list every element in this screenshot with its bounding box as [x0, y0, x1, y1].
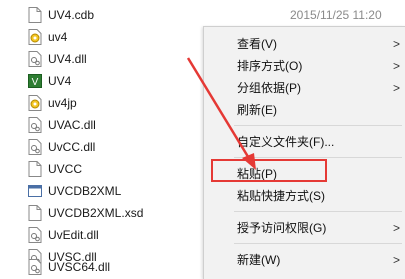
menu-item-sort-by[interactable]: 排序方式(O) > [204, 55, 405, 77]
menu-item-label: 授予访问权限(G) [237, 221, 327, 235]
settings-file-icon [28, 95, 42, 111]
menu-separator [234, 125, 402, 126]
menu-item-label: 刷新(E) [237, 103, 277, 117]
context-menu: 查看(V) > 排序方式(O) > 分组依据(P) > 刷新(E) 自定义文件夹… [203, 26, 405, 279]
file-name: UvEdit.dll [48, 228, 99, 242]
chevron-right-icon: > [392, 37, 400, 51]
file-icon [28, 205, 42, 221]
uvision-app-icon: V [28, 74, 42, 88]
dll-icon [28, 259, 42, 275]
file-name: uv4 [48, 30, 68, 44]
menu-item-customize-folder[interactable]: 自定义文件夹(F)... [204, 131, 405, 153]
svg-text:V: V [32, 77, 39, 88]
file-name: UVCDB2XML [48, 184, 122, 198]
menu-item-label: 排序方式(O) [237, 59, 303, 73]
menu-separator [234, 243, 402, 244]
menu-item-new[interactable]: 新建(W) > [204, 249, 405, 271]
paste-highlight-box [211, 159, 327, 182]
menu-item-refresh[interactable]: 刷新(E) [204, 99, 405, 121]
menu-item-group-by[interactable]: 分组依据(P) > [204, 77, 405, 99]
chevron-right-icon: > [392, 59, 400, 73]
menu-item-label: 粘贴快捷方式(S) [237, 189, 325, 203]
dll-icon [28, 51, 42, 67]
file-date: 2015/11/25 11:20 [290, 8, 382, 22]
chevron-right-icon: > [392, 81, 400, 95]
menu-item-label: 查看(V) [237, 37, 277, 51]
file-icon [28, 161, 42, 177]
file-name: UVCC [48, 162, 83, 176]
file-name: UvCC.dll [48, 140, 96, 154]
settings-file-icon [28, 29, 42, 45]
file-name: UVAC.dll [48, 118, 96, 132]
dll-icon [28, 139, 42, 155]
file-name: UV4 [48, 74, 72, 88]
dll-icon [28, 117, 42, 133]
menu-item-label: 自定义文件夹(F)... [237, 135, 335, 149]
file-icon [28, 7, 42, 23]
file-name: UV4.cdb [48, 8, 95, 22]
menu-item-label: 新建(W) [237, 253, 281, 267]
file-name: uv4jp [48, 96, 77, 110]
menu-item-give-access[interactable]: 授予访问权限(G) > [204, 217, 405, 239]
chevron-right-icon: > [392, 221, 400, 235]
menu-item-view[interactable]: 查看(V) > [204, 33, 405, 55]
file-name: UV4.dll [48, 52, 87, 66]
menu-separator [234, 157, 402, 158]
file-name: UVSC64.dll [48, 260, 111, 274]
file-name: UVCDB2XML.xsd [48, 206, 144, 220]
chevron-right-icon: > [392, 253, 400, 267]
app-window-icon [28, 185, 42, 197]
dll-icon [28, 227, 42, 243]
menu-item-label: 分组依据(P) [237, 81, 301, 95]
menu-separator [234, 211, 402, 212]
menu-item-paste-shortcut[interactable]: 粘贴快捷方式(S) [204, 185, 405, 207]
file-row[interactable]: UV4.cdb 2015/11/25 11:20 [0, 4, 405, 26]
